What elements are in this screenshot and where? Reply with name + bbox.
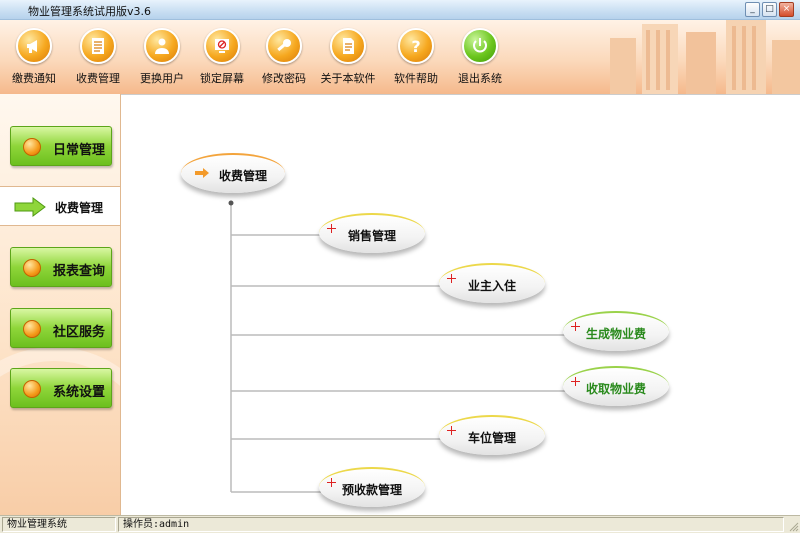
sidebar-item-label: 报表查询 (53, 264, 106, 279)
toolbar: 缴费通知 收费管理 更换用户 锁定屏幕 修改密码 关于本软件 ? 软件帮助 退出… (0, 20, 800, 94)
node-label: 收取物业费 (585, 382, 646, 396)
tree-node-advance-payment-management[interactable]: 预收款管理 (319, 467, 425, 507)
buildings-decoration (610, 20, 800, 94)
sidebar-item-label: 社区服务 (53, 325, 106, 340)
node-label: 业主入住 (467, 279, 516, 293)
megaphone-icon (16, 28, 52, 64)
orange-dot-icon (23, 259, 41, 277)
tree-node-sales-management[interactable]: 销售管理 (319, 213, 425, 253)
document-list-icon (80, 28, 116, 64)
main-panel: 收费管理 销售管理 业主入住 生成物业费 收取物业费 车位管理 预收款管理 (121, 94, 800, 515)
toolbar-about[interactable]: 关于本软件 (314, 24, 382, 90)
help-question-icon: ? (398, 28, 434, 64)
tree-node-parking-management[interactable]: 车位管理 (439, 415, 545, 455)
toolbar-exit[interactable]: 退出系统 (446, 24, 514, 90)
lock-screen-icon (204, 28, 240, 64)
toolbar-label: 缴费通知 (12, 72, 56, 85)
title-bar: 物业管理系统试用版v3.6 _ □ × (0, 0, 800, 20)
toolbar-lock-screen[interactable]: 锁定屏幕 (188, 24, 256, 90)
orange-dot-icon (23, 380, 41, 398)
key-icon (266, 28, 302, 64)
sidebar-item-community-service[interactable]: 社区服务 (10, 308, 112, 348)
sidebar-item-report-query[interactable]: 报表查询 (10, 247, 112, 287)
toolbar-change-password[interactable]: 修改密码 (250, 24, 318, 90)
user-switch-icon (144, 28, 180, 64)
toolbar-label: 更换用户 (140, 72, 184, 85)
node-label: 预收款管理 (341, 483, 402, 497)
toolbar-label: 收费管理 (76, 72, 120, 85)
toolbar-label: 关于本软件 (320, 72, 376, 85)
green-arrow-icon (14, 197, 46, 217)
node-label: 销售管理 (347, 229, 396, 243)
toolbar-label: 修改密码 (262, 72, 306, 85)
node-label: 收费管理 (218, 169, 267, 183)
close-button[interactable]: × (779, 2, 794, 17)
svg-text:?: ? (411, 37, 420, 56)
sidebar-item-label: 日常管理 (53, 143, 106, 158)
toolbar-label: 退出系统 (458, 72, 502, 85)
maximize-button[interactable]: □ (762, 2, 777, 17)
minimize-button[interactable]: _ (745, 2, 760, 17)
about-document-icon (330, 28, 366, 64)
tree-node-collect-property-fee[interactable]: 收取物业费 (563, 366, 669, 406)
toolbar-label: 锁定屏幕 (200, 72, 244, 85)
node-label: 车位管理 (467, 431, 516, 445)
window-controls: _ □ × (745, 2, 794, 17)
power-icon (462, 28, 498, 64)
status-bar: 物业管理系统 操作员:admin (0, 515, 800, 533)
node-label: 生成物业费 (585, 327, 646, 341)
toolbar-label: 软件帮助 (394, 72, 438, 85)
tree-node-generate-property-fee[interactable]: 生成物业费 (563, 311, 669, 351)
tree-root-node[interactable]: 收费管理 (181, 153, 285, 193)
tree-node-owner-checkin[interactable]: 业主入住 (439, 263, 545, 303)
sidebar-item-label: 系统设置 (53, 385, 106, 400)
sidebar-item-fee-management[interactable]: 收费管理 (0, 186, 120, 226)
toolbar-fee-management[interactable]: 收费管理 (64, 24, 132, 90)
orange-dot-icon (23, 138, 41, 156)
status-system-name: 物业管理系统 (2, 517, 116, 532)
orange-dot-icon (23, 320, 41, 338)
sidebar-item-label: 收费管理 (55, 201, 104, 215)
status-operator: 操作员:admin (118, 517, 784, 532)
toolbar-payment-notice[interactable]: 缴费通知 (0, 24, 68, 90)
resize-grip-icon[interactable] (787, 520, 799, 532)
sidebar-item-system-settings[interactable]: 系统设置 (10, 368, 112, 408)
toolbar-switch-user[interactable]: 更换用户 (128, 24, 196, 90)
sidebar-item-daily-management[interactable]: 日常管理 (10, 126, 112, 166)
sidebar: 日常管理 收费管理 报表查询 社区服务 系统设置 (0, 94, 121, 515)
toolbar-help[interactable]: ? 软件帮助 (382, 24, 450, 90)
window-title: 物业管理系统试用版v3.6 (28, 5, 152, 18)
